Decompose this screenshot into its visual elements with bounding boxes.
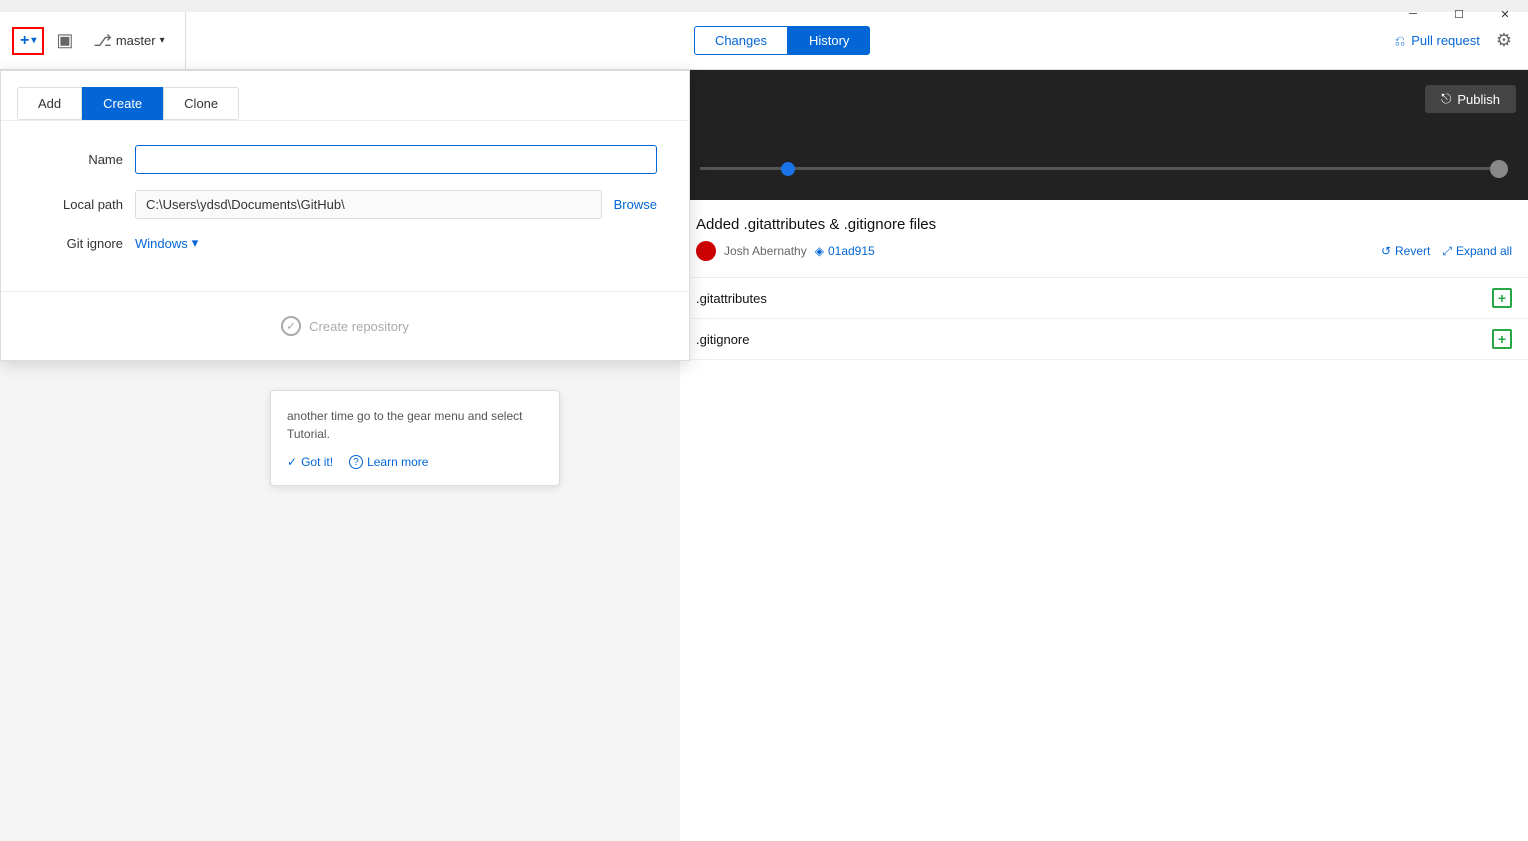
commit-hash-icon: ◈ (815, 244, 824, 258)
history-tab[interactable]: History (788, 26, 870, 55)
expand-all-button[interactable]: ⤢ Expand all (1442, 244, 1512, 259)
tutorial-text: another time go to the gear menu and sel… (287, 407, 543, 443)
create-repo-icon: ✓ (281, 316, 301, 336)
tutorial-popup: another time go to the gear menu and sel… (270, 390, 560, 486)
commit-section: Added .gitattributes & .gitignore files … (680, 200, 1528, 278)
pull-request-button[interactable]: ⎌ Pull request (1395, 33, 1480, 49)
pull-request-icon: ⎌ (1395, 33, 1405, 49)
close-button[interactable]: ✕ (1482, 0, 1528, 28)
branch-caret-icon: ▾ (160, 35, 165, 46)
got-it-icon: ✓ (287, 455, 297, 469)
clone-tab[interactable]: Clone (163, 87, 239, 120)
main-toolbar: + ▾ ▣ ⎇ master ▾ Changes History ⎌ Pull … (0, 12, 1528, 70)
gitignore-caret-icon: ▾ (192, 235, 199, 251)
gitignore-row: Git ignore Windows ▾ (33, 235, 657, 251)
commit-title: Added .gitattributes & .gitignore files (696, 216, 1512, 233)
timeline-bar (700, 167, 1508, 170)
create-dropdown-tabs: Add Create Clone (1, 71, 689, 121)
create-dropdown: Add Create Clone Name Local path Browse … (0, 70, 690, 361)
add-button[interactable]: + ▾ (12, 27, 44, 55)
avatar (696, 241, 716, 261)
main-content: ⎋ Publish Added .gitattributes & .gitign… (0, 70, 1528, 841)
toolbar-left: + ▾ ▣ ⎇ master ▾ (0, 12, 186, 69)
add-tab[interactable]: Add (17, 87, 82, 120)
name-row: Name (33, 145, 657, 174)
file-name: .gitignore (696, 332, 749, 347)
revert-icon: ↺ (1381, 244, 1391, 258)
commit-hash-value: 01ad915 (828, 244, 875, 258)
file-add-button[interactable]: + (1492, 288, 1512, 308)
gitignore-label: Git ignore (33, 236, 123, 251)
create-form: Name Local path Browse Git ignore Window… (1, 121, 689, 291)
pull-request-label: Pull request (1411, 33, 1480, 48)
add-caret-icon: ▾ (31, 36, 36, 46)
create-repo-label: Create repository (309, 319, 409, 334)
commit-hash: ◈ 01ad915 (815, 244, 875, 258)
revert-label: Revert (1395, 244, 1430, 258)
browse-button[interactable]: Browse (614, 197, 657, 212)
sidebar-toggle-button[interactable]: ▣ (52, 26, 77, 55)
timeline-end (1490, 160, 1508, 178)
window-controls: ─ ☐ ✕ (1390, 0, 1528, 28)
branch-name: master (116, 33, 156, 48)
got-it-button[interactable]: ✓ Got it! (287, 455, 333, 469)
file-row: .gitattributes + (680, 278, 1528, 319)
file-add-button[interactable]: + (1492, 329, 1512, 349)
create-repo-section: ✓ Create repository (1, 291, 689, 360)
branch-selector[interactable]: ⎇ master ▾ (85, 31, 172, 51)
sidebar-icon: ▣ (56, 30, 73, 50)
local-path-label: Local path (33, 197, 123, 212)
create-tab[interactable]: Create (82, 87, 163, 120)
commit-actions: ↺ Revert ⤢ Expand all (1381, 244, 1512, 259)
minimize-button[interactable]: ─ (1390, 0, 1436, 28)
expand-label: Expand all (1456, 244, 1512, 258)
add-icon: + (20, 33, 29, 49)
gear-icon: ⚙ (1496, 30, 1512, 50)
maximize-button[interactable]: ☐ (1436, 0, 1482, 28)
got-it-label: Got it! (301, 455, 333, 469)
author-name: Josh Abernathy (724, 244, 807, 258)
settings-button[interactable]: ⚙ (1496, 30, 1512, 51)
learn-more-button[interactable]: ? Learn more (349, 455, 428, 469)
local-path-input[interactable] (135, 190, 602, 219)
name-label: Name (33, 152, 123, 167)
history-header (680, 70, 1528, 200)
toolbar-right: ⎌ Pull request ⚙ (1379, 30, 1528, 51)
changes-tab[interactable]: Changes (694, 26, 788, 55)
file-list: .gitattributes + .gitignore + (680, 278, 1528, 360)
name-input[interactable] (135, 145, 657, 174)
history-panel: ⎋ Publish Added .gitattributes & .gitign… (680, 70, 1528, 841)
expand-icon: ⤢ (1442, 244, 1452, 259)
learn-more-icon: ? (349, 455, 363, 469)
commit-meta: Josh Abernathy ◈ 01ad915 ↺ Revert ⤢ Expa… (696, 241, 1512, 261)
gitignore-value: Windows (135, 236, 188, 251)
timeline-dot (781, 162, 795, 176)
tab-group: Changes History (186, 26, 1379, 55)
local-path-row: Local path Browse (33, 190, 657, 219)
branch-icon: ⎇ (93, 31, 111, 51)
revert-button[interactable]: ↺ Revert (1381, 244, 1430, 259)
publish-label: Publish (1457, 92, 1500, 107)
file-name: .gitattributes (696, 291, 767, 306)
gitignore-selector[interactable]: Windows ▾ (135, 235, 198, 251)
create-repo-button[interactable]: ✓ Create repository (281, 316, 409, 336)
tutorial-actions: ✓ Got it! ? Learn more (287, 455, 543, 469)
learn-more-label: Learn more (367, 455, 428, 469)
publish-icon: ⎋ (1441, 91, 1451, 107)
publish-button[interactable]: ⎋ Publish (1425, 85, 1516, 113)
file-row: .gitignore + (680, 319, 1528, 360)
